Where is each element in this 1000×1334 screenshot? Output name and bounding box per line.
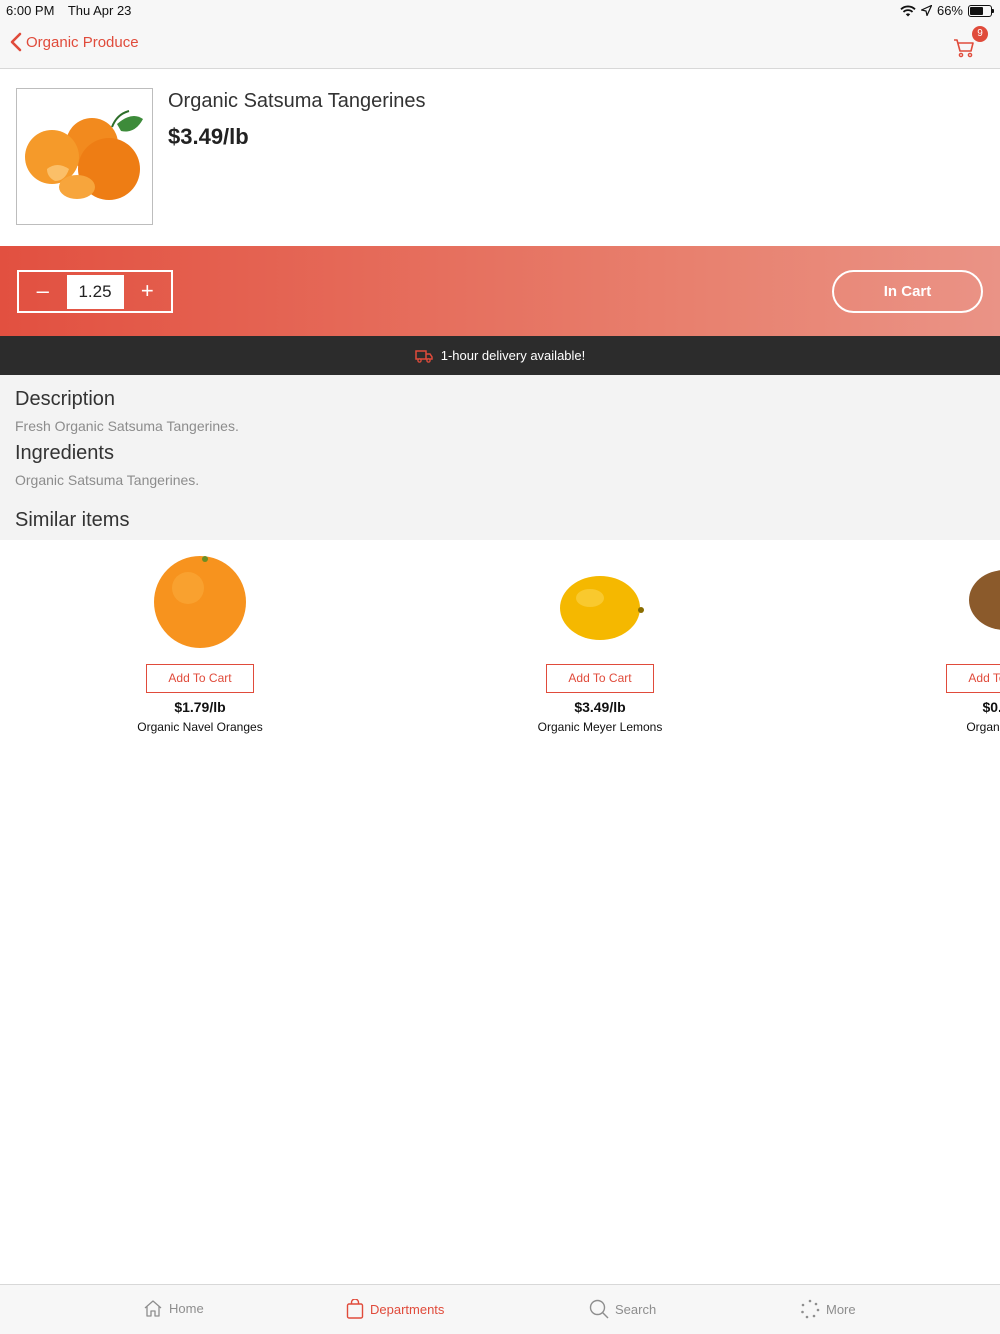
tab-search[interactable]: Search [589,1299,656,1319]
decrement-button[interactable]: – [19,272,67,311]
tab-departments[interactable]: Departments [346,1299,444,1319]
similar-item-price: $0.69 [982,699,1000,715]
tab-more[interactable]: More [800,1299,856,1319]
cart-icon [954,39,974,58]
product-image [16,88,153,225]
status-left: 6:00 PM Thu Apr 23 [6,3,141,18]
product-info: Description Fresh Organic Satsuma Tanger… [0,375,1000,540]
location-arrow-icon [920,5,932,16]
kiwi-image [969,570,1000,630]
back-button[interactable]: Organic Produce [10,32,139,52]
status-right: 66% [900,3,994,18]
nav-bar: Organic Produce 9 [0,22,1000,69]
add-to-cart-button[interactable]: Add To Cart [946,664,1000,693]
battery-percent: 66% [936,3,963,18]
similar-item-name: Organic Navel Oranges [137,720,263,734]
similar-item-name: Organic Meyer Lemons [537,720,663,734]
lemon-image [560,576,644,640]
product-header: Organic Satsuma Tangerines $3.49/lb [0,70,1000,246]
ingredients-text: Organic Satsuma Tangerines. [15,472,200,488]
similar-item-card[interactable]: Add To Cart $1.79/lb Organic Navel Orang… [70,540,330,750]
add-to-cart-button[interactable]: Add To Cart [146,664,254,693]
delivery-text: 1-hour delivery available! [440,348,586,363]
similar-item-card[interactable]: Add To Cart $0.69 Organic Kiwi [870,540,1000,750]
home-icon [144,1300,162,1317]
tab-label: More [826,1301,856,1317]
similar-item-price: $3.49/lb [574,699,626,715]
wifi-icon [900,5,916,16]
similar-items-row[interactable]: Add To Cart $1.79/lb Organic Navel Orang… [0,540,1000,750]
quantity-input[interactable] [66,274,124,309]
product-price: $3.49/lb [168,124,249,149]
similar-item-card[interactable]: Add To Cart $3.49/lb Organic Meyer Lemon… [470,540,730,750]
bag-icon [346,1299,364,1319]
cart-count-badge: 9 [972,26,988,42]
tangerines-image [25,110,143,200]
status-bar: 6:00 PM Thu Apr 23 66% [0,0,1000,22]
back-label: Organic Produce [26,33,139,51]
tab-label: Search [615,1301,657,1317]
increment-button[interactable]: + [124,272,172,311]
battery-icon [968,4,994,17]
tab-bar: Home Departments Search More [0,1284,1000,1334]
add-to-cart-button[interactable]: Add To Cart [546,664,654,693]
description-heading: Description [15,388,116,410]
delivery-banner: 1-hour delivery available! [0,336,1000,375]
chevron-left-icon [10,32,22,52]
description-text: Fresh Organic Satsuma Tangerines. [15,418,239,434]
ingredients-heading: Ingredients [15,442,114,464]
tab-label: Home [169,1300,204,1316]
product-title: Organic Satsuma Tangerines [168,90,426,112]
cart-button[interactable]: 9 [952,26,988,62]
tab-label: Departments [370,1301,445,1317]
similar-item-price: $1.79/lb [174,699,226,715]
orange-image [154,556,246,648]
search-icon [589,1299,609,1319]
truck-icon [414,349,433,363]
similar-items-heading: Similar items [15,509,130,531]
more-icon [801,1299,820,1319]
status-time: 6:00 PM [6,3,55,18]
quantity-band: – + In Cart [0,246,1000,336]
similar-item-name: Organic Kiwi [966,720,1000,734]
tab-home[interactable]: Home [143,1299,204,1317]
quantity-stepper: – + [17,270,173,313]
status-date: Thu Apr 23 [67,3,132,18]
in-cart-button[interactable]: In Cart [832,270,983,313]
